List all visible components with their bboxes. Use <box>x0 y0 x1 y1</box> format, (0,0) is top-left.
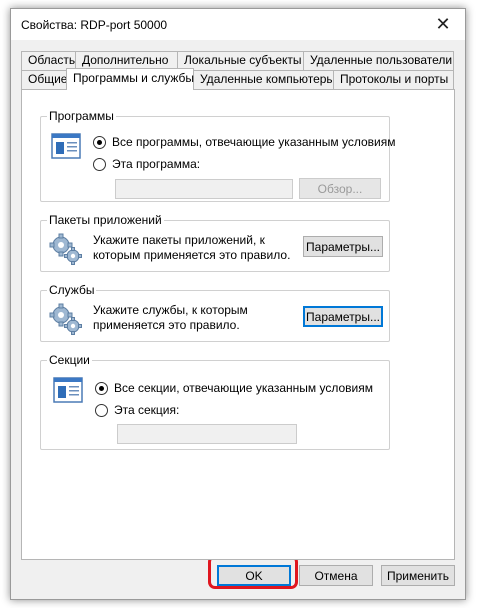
tab-local-principals[interactable]: Локальные субъекты <box>177 51 304 70</box>
app-packages-group-title: Пакеты приложений <box>47 213 164 227</box>
section-input[interactable] <box>117 424 297 444</box>
program-icon <box>51 133 81 159</box>
cancel-button[interactable]: Отмена <box>299 565 373 586</box>
close-button[interactable]: ✕ <box>421 9 465 40</box>
app-packages-description: Укажите пакеты приложений, к которым при… <box>93 233 291 262</box>
apply-button[interactable]: Применить <box>381 565 455 586</box>
radio-unchecked-icon <box>95 403 108 417</box>
services-description: Укажите службы, к которым применяется эт… <box>93 303 248 332</box>
tab-row-front: Общие Программы и службы Удаленные компь… <box>21 68 454 90</box>
browse-button[interactable]: Обзор... <box>299 178 381 199</box>
tab-programs-and-services[interactable]: Программы и службы <box>66 68 194 90</box>
this-section-label: Эта секция: <box>114 403 180 417</box>
properties-dialog: Свойства: RDP-port 50000 ✕ Область Допол… <box>10 8 466 600</box>
all-sections-radio[interactable]: Все секции, отвечающие указанным условия… <box>95 381 373 395</box>
all-programs-label: Все программы, отвечающие указанным усло… <box>112 135 396 149</box>
services-group-title: Службы <box>47 283 97 297</box>
all-programs-radio[interactable]: Все программы, отвечающие указанным усло… <box>93 135 396 149</box>
app-packages-settings-button[interactable]: Параметры... <box>303 236 383 257</box>
radio-checked-icon <box>95 381 108 395</box>
services-settings-button[interactable]: Параметры... <box>303 306 383 327</box>
window-title: Свойства: RDP-port 50000 <box>21 18 168 32</box>
services-group: Службы Укажите службы, к которым применя… <box>40 283 390 342</box>
tab-general[interactable]: Общие <box>21 70 67 89</box>
gears-icon <box>49 303 82 335</box>
radio-unchecked-icon <box>93 157 106 171</box>
title-bar: Свойства: RDP-port 50000 ✕ <box>11 9 465 40</box>
tab-remote-computers[interactable]: Удаленные компьютеры <box>193 70 335 89</box>
program-path-input[interactable] <box>115 179 293 199</box>
sections-group: Секции Все секции, отвечающие указанным … <box>40 353 390 450</box>
gears-icon <box>49 233 82 265</box>
sections-group-title: Секции <box>47 353 92 367</box>
radio-checked-icon <box>93 135 106 149</box>
programs-group: Программы Все программы, отвечающие указ… <box>40 109 396 202</box>
ok-button[interactable]: OK <box>217 565 291 586</box>
this-section-radio[interactable]: Эта секция: <box>95 403 179 417</box>
program-icon <box>53 377 83 403</box>
tab-remote-users[interactable]: Удаленные пользователи <box>303 51 454 70</box>
this-program-label: Эта программа: <box>112 157 201 171</box>
tab-protocols-and-ports[interactable]: Протоколы и порты <box>333 70 454 89</box>
app-packages-group: Пакеты приложений Укажите пакеты приложе… <box>40 213 390 272</box>
all-sections-label: Все секции, отвечающие указанным условия… <box>114 381 374 395</box>
this-program-radio[interactable]: Эта программа: <box>93 157 200 171</box>
programs-group-title: Программы <box>47 109 116 123</box>
tab-panel: Программы Все программы, отвечающие указ… <box>21 89 455 560</box>
